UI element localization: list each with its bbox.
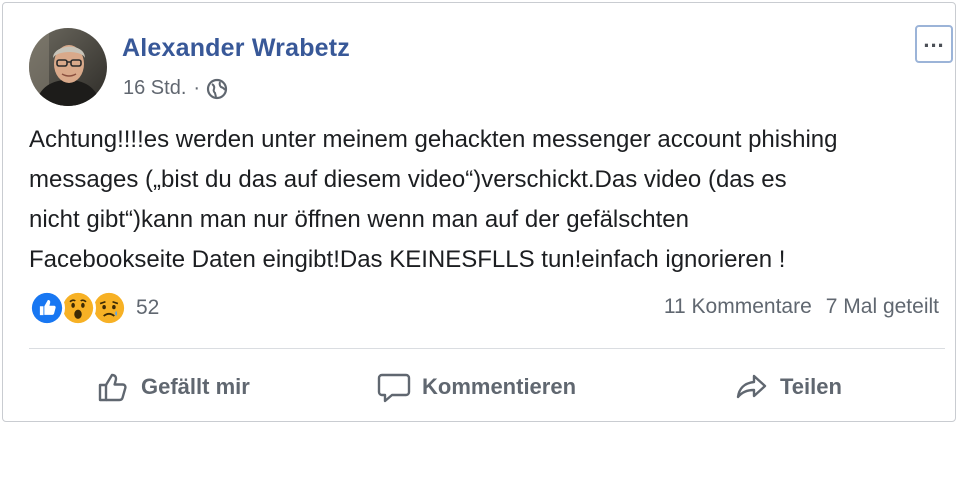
post-text-line: nicht gibt“)kann man nur öffnen wenn man… <box>29 206 689 233</box>
more-dots-icon: ... <box>923 27 945 52</box>
comment-button[interactable]: Kommentieren <box>376 367 576 407</box>
post-text-line: Facebookseite Daten eingibt!Das KEINESFL… <box>29 246 786 273</box>
divider <box>29 348 945 349</box>
post-text-line: messages („bist du das auf diesem video“… <box>29 166 787 193</box>
post-text-line: Achtung!!!!es werden unter meinem gehack… <box>29 126 838 153</box>
avatar-photo <box>29 28 107 106</box>
shares-count[interactable]: 7 Mal geteilt <box>826 295 939 319</box>
post-meta: 16 Std. · <box>123 76 228 100</box>
thumbs-up-icon <box>98 373 127 402</box>
reaction-count[interactable]: 52 <box>136 296 159 320</box>
globe-icon[interactable] <box>206 78 228 100</box>
wow-reaction-icon <box>60 290 96 326</box>
post-timestamp[interactable]: 16 Std. <box>123 77 186 100</box>
post-body: Achtung!!!!es werden unter meinem gehack… <box>29 120 949 280</box>
avatar[interactable] <box>29 28 107 106</box>
share-button[interactable]: Teilen <box>734 367 842 407</box>
like-button-label: Gefällt mir <box>141 374 250 399</box>
comment-icon <box>377 373 411 403</box>
meta-separator: · <box>193 76 201 99</box>
more-options-button[interactable]: ... <box>915 25 953 63</box>
like-reaction-icon <box>29 290 65 326</box>
comment-button-label: Kommentieren <box>422 374 577 399</box>
author-name[interactable]: Alexander Wrabetz <box>122 34 350 63</box>
sad-reaction-icon <box>91 290 127 326</box>
like-button[interactable]: Gefällt mir <box>95 367 250 407</box>
share-button-label: Teilen <box>780 374 842 399</box>
share-arrow-icon <box>736 374 767 399</box>
comments-count[interactable]: 11 Kommentare <box>664 295 812 319</box>
reaction-summary[interactable]: 52 <box>29 290 159 326</box>
post-stats: 11 Kommentare 7 Mal geteilt <box>664 295 939 319</box>
post-card: Alexander Wrabetz 16 Std. · ... Achtung!… <box>2 2 956 422</box>
